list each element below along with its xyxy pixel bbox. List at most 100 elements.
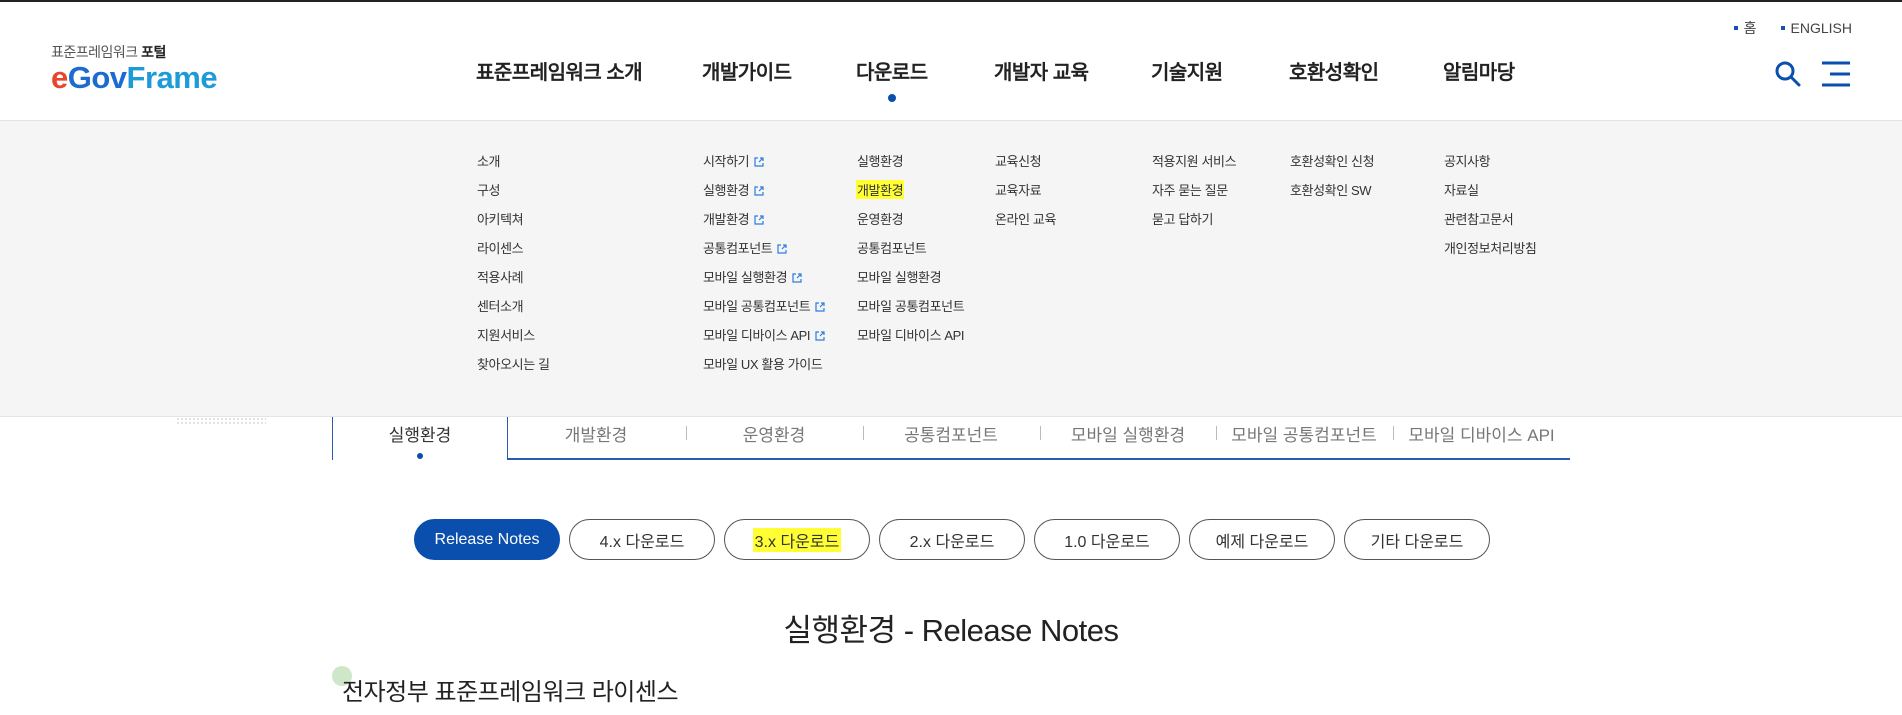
- gnb-label: 호환성확인: [1289, 62, 1379, 84]
- mega-link-label: 모바일 실행환경: [857, 270, 942, 285]
- subtab-label: 모바일 디바이스 API: [1408, 426, 1555, 445]
- mega-link[interactable]: 온라인 교육: [994, 209, 1057, 238]
- mega-link[interactable]: 교육신청: [994, 151, 1057, 180]
- subtab-label: 모바일 공통컴포넌트: [1231, 426, 1377, 445]
- mega-link[interactable]: 아키텍쳐: [476, 209, 551, 238]
- gnb-item-support[interactable]: 기술지원: [1151, 56, 1223, 85]
- gnb-item-download[interactable]: 다운로드: [856, 56, 928, 102]
- subtab-label: 운영환경: [742, 426, 806, 445]
- mega-link[interactable]: 지원서비스: [476, 325, 551, 354]
- main-navigation: 표준프레임워크 소개 개발가이드 다운로드 개발자 교육 기술지원 호환성확인 …: [0, 56, 1902, 102]
- gnb-item-compat[interactable]: 호환성확인: [1289, 56, 1379, 85]
- mega-link-label: 실행환경: [857, 154, 904, 169]
- mega-link[interactable]: 개인정보처리방침: [1443, 238, 1537, 267]
- search-icon[interactable]: [1774, 60, 1802, 88]
- mega-col-notice: 공지사항 자료실 관련참고문서 개인정보처리방침: [1443, 151, 1537, 267]
- pill-label: 2.x 다운로드: [909, 533, 995, 551]
- active-indicator-dot: [417, 453, 423, 459]
- subtab-mobile-runtime[interactable]: 모바일 실행환경: [1040, 417, 1216, 457]
- external-link-icon: [815, 331, 825, 341]
- mega-link[interactable]: 라이센스: [476, 238, 551, 267]
- mega-link[interactable]: 묻고 답하기: [1151, 209, 1237, 238]
- mega-link-label: 적용사례: [477, 270, 524, 285]
- mega-link[interactable]: 관련참고문서: [1443, 209, 1537, 238]
- mega-link-label: 실행환경: [703, 183, 750, 198]
- mega-link-label: 구성: [477, 183, 501, 198]
- mega-link-label: 시작하기: [703, 154, 750, 169]
- download-1-0-button[interactable]: 1.0 다운로드: [1034, 519, 1180, 560]
- mega-link-label: 모바일 공통컴포넌트: [857, 299, 965, 314]
- subtab-mobile-common[interactable]: 모바일 공통컴포넌트: [1216, 417, 1392, 457]
- subtab-label: 모바일 실행환경: [1070, 426, 1186, 445]
- subtab-mobile-device-api[interactable]: 모바일 디바이스 API: [1393, 417, 1570, 457]
- mega-link[interactable]: 시작하기: [702, 151, 825, 180]
- mega-link-label: 아키텍쳐: [477, 212, 524, 227]
- mega-link[interactable]: 소개: [476, 151, 551, 180]
- mega-link[interactable]: 적용사례: [476, 267, 551, 296]
- bullet-icon: [1733, 26, 1738, 30]
- mega-link[interactable]: 센터소개: [476, 296, 551, 325]
- mega-link-label: 모바일 실행환경: [703, 270, 788, 285]
- mega-link[interactable]: 호환성확인 신청: [1289, 151, 1375, 180]
- section-title: 전자정부 표준프레임워크 라이센스: [342, 679, 679, 706]
- gnb-label: 표준프레임워크 소개: [476, 62, 643, 84]
- mega-link[interactable]: 찾아오시는 길: [476, 354, 551, 383]
- mega-link[interactable]: 모바일 디바이스 API: [702, 325, 825, 354]
- mega-link-label: 교육신청: [995, 154, 1042, 169]
- mega-col-support: 적용지원 서비스 자주 묻는 질문 묻고 답하기: [1151, 151, 1237, 238]
- mega-link-label: 모바일 디바이스 API: [703, 328, 811, 343]
- active-indicator-dot: [887, 94, 896, 102]
- mega-link[interactable]: 적용지원 서비스: [1151, 151, 1237, 180]
- util-english-link[interactable]: ENGLISH: [1780, 18, 1852, 38]
- mega-link[interactable]: 호환성확인 SW: [1289, 180, 1375, 209]
- pill-label: Release Notes: [434, 530, 540, 548]
- mega-col-intro: 소개 구성 아키텍쳐 라이센스 적용사례 센터소개 지원서비스 찾아오시는 길: [476, 151, 551, 383]
- release-pill-group: Release Notes 4.x 다운로드 3.x 다운로드 2.x 다운로드…: [0, 519, 1902, 561]
- util-home-label: 홈: [1743, 20, 1757, 36]
- gnb-item-intro[interactable]: 표준프레임워크 소개: [476, 56, 643, 85]
- pill-label: 예제 다운로드: [1215, 533, 1309, 551]
- mega-link[interactable]: 모바일 실행환경: [856, 267, 965, 296]
- subtab-ops-env[interactable]: 운영환경: [686, 417, 862, 457]
- mega-col-guide: 시작하기 실행환경 개발환경 공통컴포넌트 모바일 실행환경 모바일 공통컴포넌…: [702, 151, 825, 383]
- mega-link[interactable]: 공통컴포넌트: [856, 238, 965, 267]
- download-3x-button[interactable]: 3.x 다운로드: [724, 519, 870, 560]
- download-example-button[interactable]: 예제 다운로드: [1189, 519, 1335, 560]
- mega-link[interactable]: 모바일 공통컴포넌트: [702, 296, 825, 325]
- mega-link[interactable]: 개발환경: [702, 209, 825, 238]
- subtab-common-component[interactable]: 공통컴포넌트: [863, 417, 1039, 457]
- mega-link[interactable]: 자주 묻는 질문: [1151, 180, 1237, 209]
- mega-link[interactable]: 공통컴포넌트: [702, 238, 825, 267]
- mega-link[interactable]: 실행환경: [702, 180, 825, 209]
- mega-link[interactable]: 구성: [476, 180, 551, 209]
- mega-link[interactable]: 모바일 실행환경: [702, 267, 825, 296]
- mega-link[interactable]: 모바일 UX 활용 가이드: [702, 354, 825, 383]
- download-4x-button[interactable]: 4.x 다운로드: [569, 519, 715, 560]
- mega-link[interactable]: 실행환경: [856, 151, 965, 180]
- subtab-runtime-active[interactable]: 실행환경: [332, 417, 508, 460]
- mega-link[interactable]: 모바일 공통컴포넌트: [856, 296, 965, 325]
- mega-link[interactable]: 운영환경: [856, 209, 965, 238]
- utility-links: 홈 ENGLISH: [1733, 18, 1852, 38]
- mega-link-label: 묻고 답하기: [1152, 212, 1214, 227]
- hamburger-menu-icon[interactable]: [1820, 60, 1852, 88]
- mega-link[interactable]: 교육자료: [994, 180, 1057, 209]
- util-home-link[interactable]: 홈: [1733, 18, 1757, 38]
- mega-link-highlighted[interactable]: 개발환경: [856, 180, 965, 209]
- subtab-dev-env[interactable]: 개발환경: [508, 417, 684, 457]
- mega-link-label: 운영환경: [857, 212, 904, 227]
- gnb-item-education[interactable]: 개발자 교육: [994, 56, 1089, 85]
- mega-link[interactable]: 모바일 디바이스 API: [856, 325, 965, 354]
- release-notes-button[interactable]: Release Notes: [414, 519, 560, 560]
- download-2x-button[interactable]: 2.x 다운로드: [879, 519, 1025, 560]
- mega-link-label: 온라인 교육: [995, 212, 1057, 227]
- mega-link-label: 관련참고문서: [1444, 212, 1514, 227]
- gnb-item-notice[interactable]: 알림마당: [1443, 56, 1515, 85]
- download-etc-button[interactable]: 기타 다운로드: [1344, 519, 1490, 560]
- mega-link[interactable]: 공지사항: [1443, 151, 1537, 180]
- mega-link-label: 소개: [477, 154, 501, 169]
- pill-label: 4.x 다운로드: [599, 533, 685, 551]
- mega-link[interactable]: 자료실: [1443, 180, 1537, 209]
- gnb-item-guide[interactable]: 개발가이드: [702, 56, 792, 85]
- bullet-icon: [1780, 26, 1785, 30]
